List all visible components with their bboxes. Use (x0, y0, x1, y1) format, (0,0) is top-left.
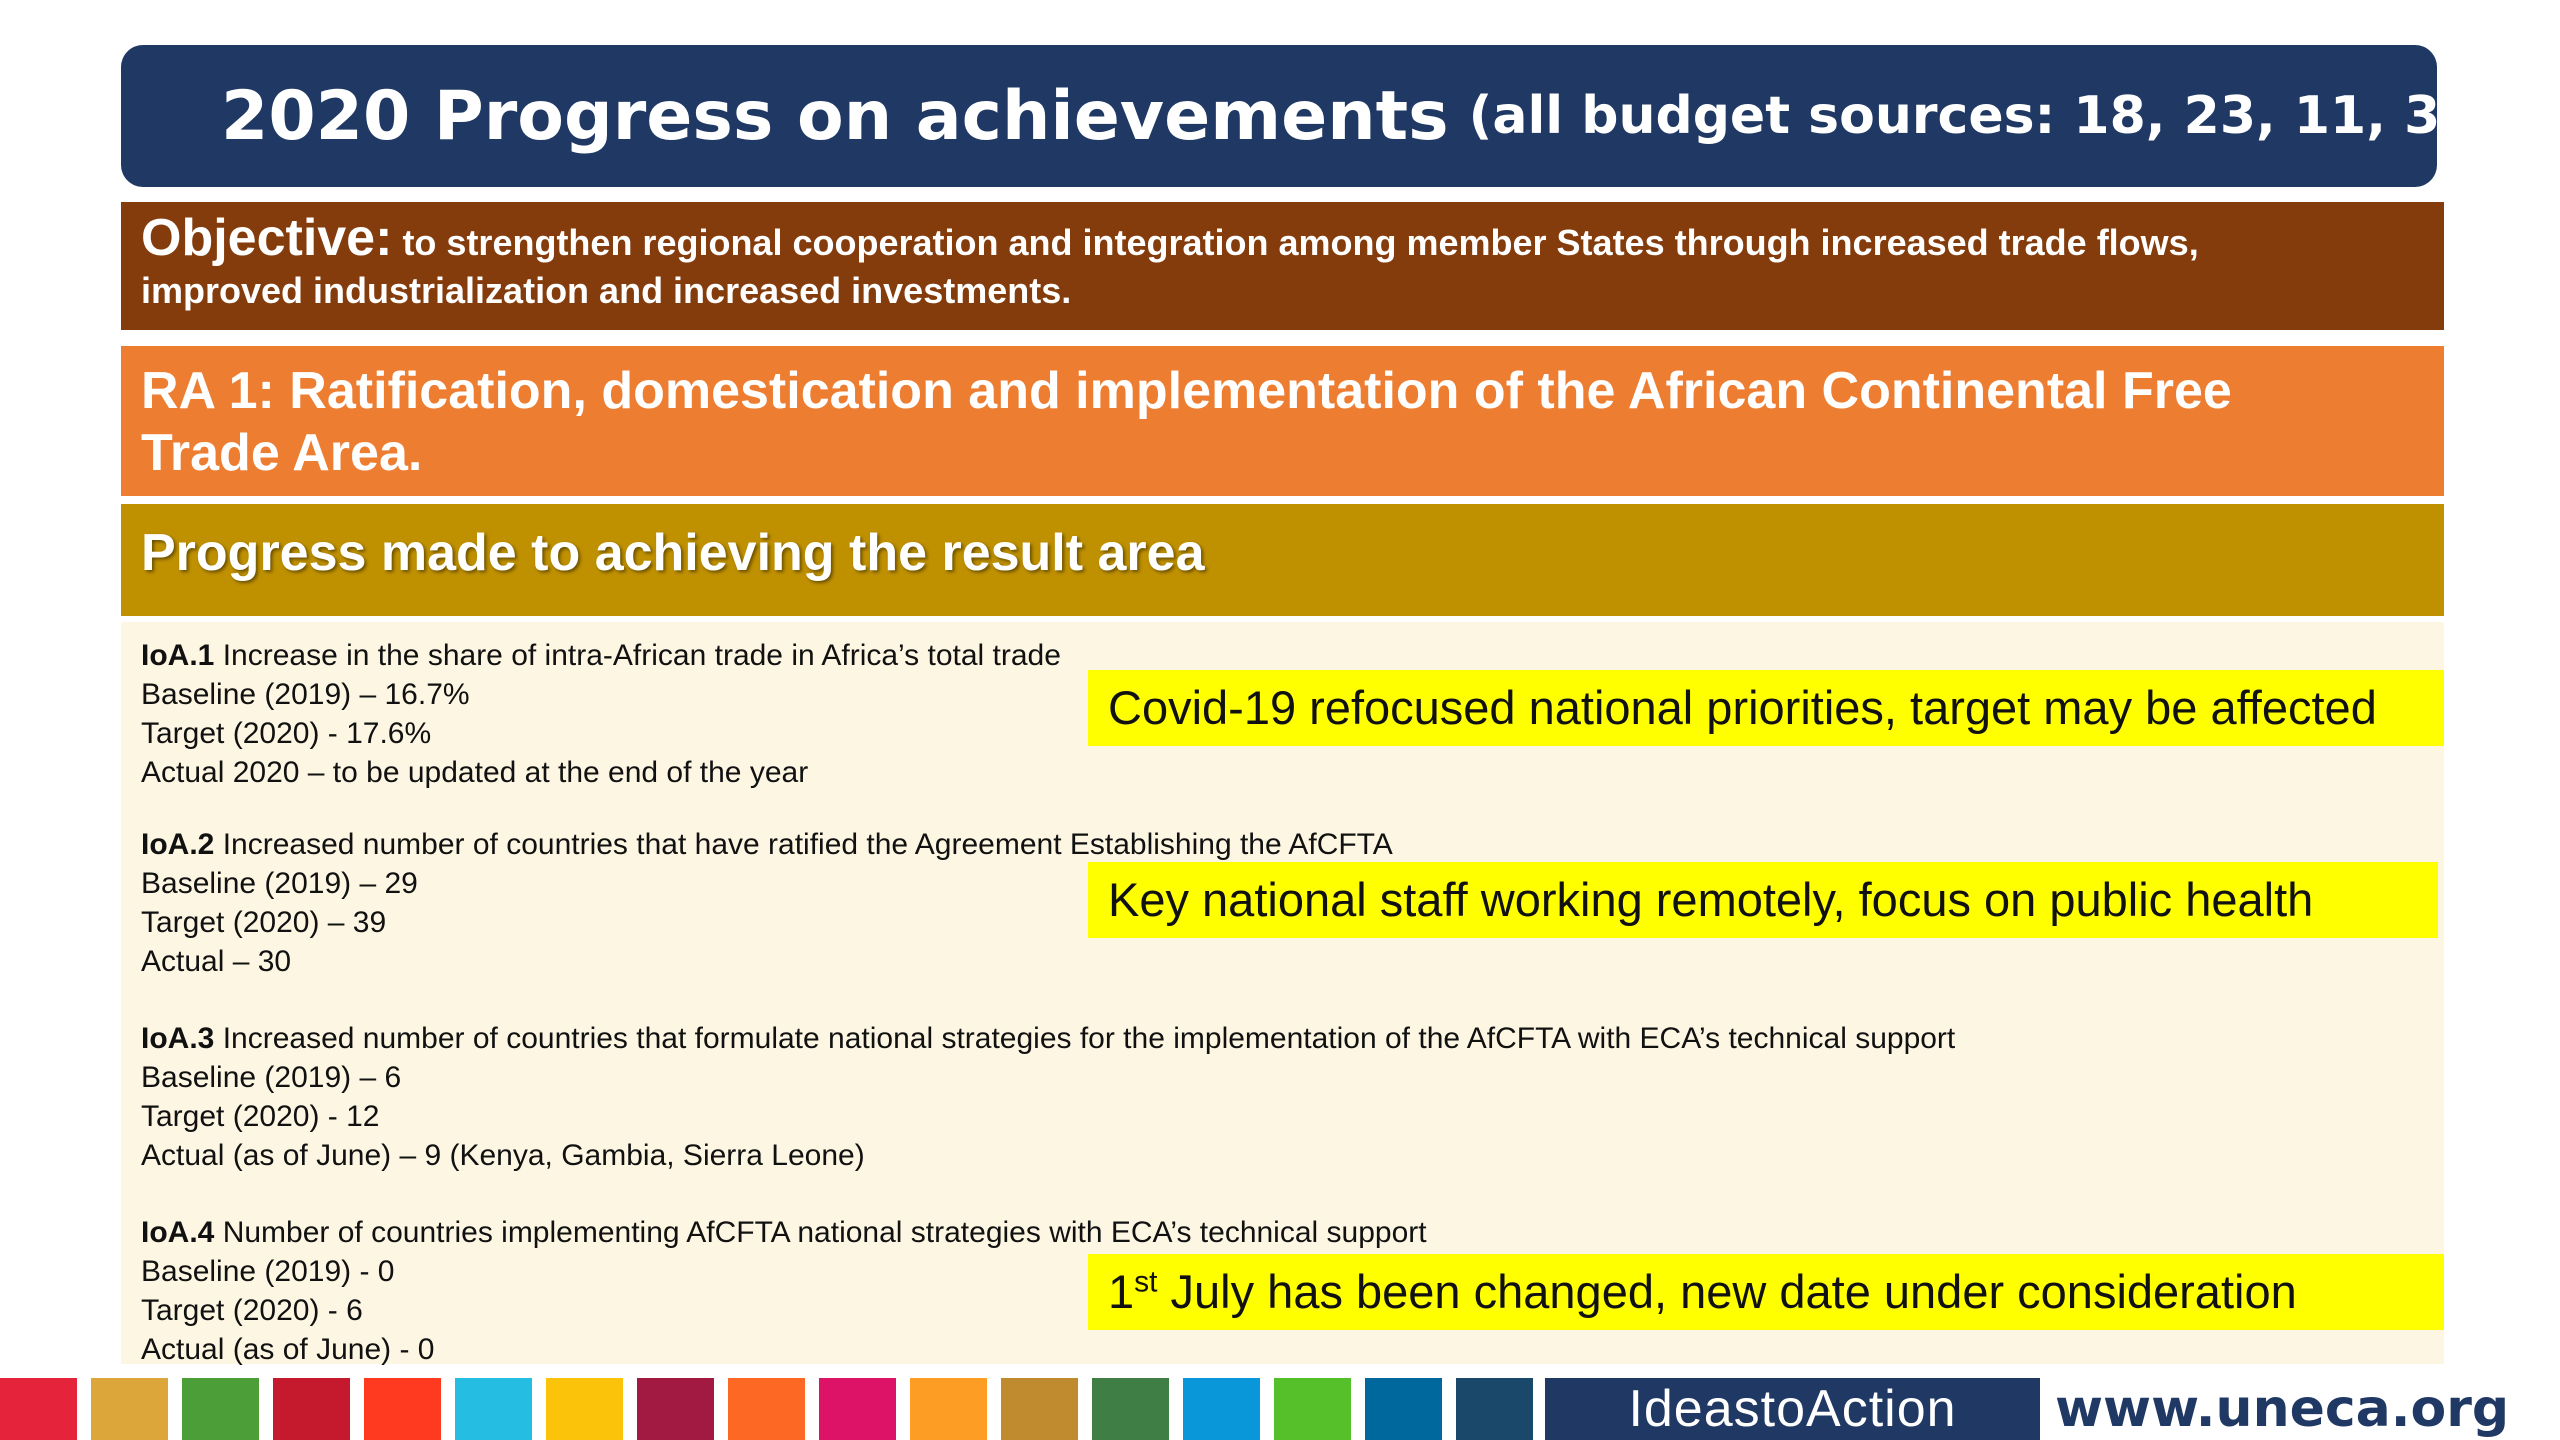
sdg-color-tile (364, 1378, 441, 1440)
slide-title: 2020 Progress on achievements (221, 76, 1449, 156)
sdg-color-tile (728, 1378, 805, 1440)
indicator-description: Increased number of countries that have … (222, 828, 1393, 861)
sdg-color-tile (1092, 1378, 1169, 1440)
indicator-baseline: Baseline (2019) – 16.7% (141, 678, 470, 711)
note-date-text: July has been changed, new date under co… (1157, 1265, 2297, 1318)
objective-text-2: improved industrialization and increased… (141, 270, 1072, 311)
sdg-color-tile (910, 1378, 987, 1440)
highlight-note-remote-staff: Key national staff working remotely, foc… (1088, 862, 2438, 938)
result-area-line-1: RA 1: Ratification, domestication and im… (141, 362, 2232, 420)
indicator-actual: Actual (as of June) – 9 (Kenya, Gambia, … (141, 1139, 865, 1172)
indicator-actual: Actual – 30 (141, 945, 292, 978)
indicator-description: Number of countries implementing AfCFTA … (222, 1216, 1427, 1249)
indicator-code: IoA.1 (141, 639, 215, 672)
result-area-banner: RA 1: Ratification, domestication and im… (121, 346, 2444, 496)
website-url: www.uneca.org (2055, 1379, 2510, 1439)
sdg-color-tile (273, 1378, 350, 1440)
note-date-superscript: st (1134, 1265, 1158, 1299)
ideas-to-action-logo: IdeastoAction (1545, 1378, 2040, 1440)
slide-subtitle: (all budget sources: 18, 23, 11, 35) (1468, 86, 2501, 146)
title-banner: 2020 Progress on achievements (all budge… (121, 45, 2500, 187)
indicator-code: IoA.2 (141, 828, 215, 861)
indicator-ioa-1: IoA.1 Increase in the share of intra-Afr… (141, 636, 1061, 792)
indicator-description: Increase in the share of intra-African t… (222, 639, 1061, 672)
indicator-code: IoA.4 (141, 1216, 215, 1249)
objective-line-1: Objective: to strengthen regional cooper… (141, 212, 2424, 267)
note-date-prefix: 1 (1108, 1265, 1135, 1318)
objective-label: Objective: (141, 209, 393, 267)
sdg-color-tile (1456, 1378, 1533, 1440)
sdg-color-tile (637, 1378, 714, 1440)
objective-banner: Objective: to strengthen regional cooper… (121, 202, 2444, 330)
sdg-color-tile (182, 1378, 259, 1440)
objective-text-1: to strengthen regional cooperation and i… (402, 222, 2199, 263)
indicator-target: Target (2020) - 17.6% (141, 717, 432, 750)
indicators-panel: IoA.1 Increase in the share of intra-Afr… (121, 622, 2444, 1366)
indicator-actual: Actual 2020 – to be updated at the end o… (141, 756, 809, 789)
indicator-ioa-3: IoA.3 Increased number of countries that… (141, 1019, 1955, 1175)
indicator-code: IoA.3 (141, 1022, 215, 1055)
highlight-note-date-change: 1st July has been changed, new date unde… (1088, 1254, 2444, 1330)
indicator-baseline: Baseline (2019) – 6 (141, 1061, 402, 1094)
sdg-color-strip (0, 1378, 1535, 1440)
indicator-actual: Actual (as of June) - 0 (141, 1333, 435, 1366)
progress-heading: Progress made to achieving the result ar… (121, 504, 2444, 616)
sdg-color-tile (1274, 1378, 1351, 1440)
result-area-line-2: Trade Area. (141, 424, 423, 482)
sdg-color-tile (0, 1378, 77, 1440)
sdg-color-tile (455, 1378, 532, 1440)
indicator-description: Increased number of countries that formu… (222, 1022, 1956, 1055)
indicator-target: Target (2020) - 12 (141, 1100, 380, 1133)
sdg-color-tile (819, 1378, 896, 1440)
sdg-color-tile (546, 1378, 623, 1440)
sdg-color-tile (1001, 1378, 1078, 1440)
sdg-color-tile (1365, 1378, 1442, 1440)
sdg-color-tile (91, 1378, 168, 1440)
highlight-note-covid: Covid-19 refocused national priorities, … (1088, 670, 2444, 746)
sdg-color-tile (1183, 1378, 1260, 1440)
